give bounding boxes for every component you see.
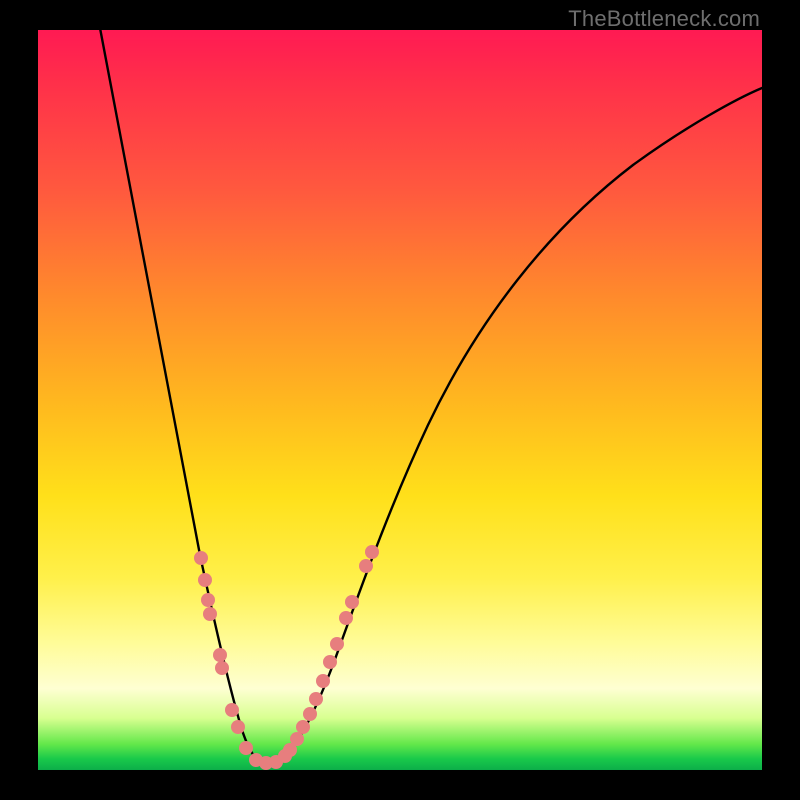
highlight-dot <box>194 551 208 565</box>
highlight-dot <box>303 707 317 721</box>
highlight-dot <box>309 692 323 706</box>
highlight-dot <box>225 703 239 717</box>
plot-area <box>38 30 762 770</box>
curve-svg <box>38 30 762 770</box>
highlight-dot <box>323 655 337 669</box>
highlight-dot <box>365 545 379 559</box>
highlight-dot <box>296 720 310 734</box>
highlight-dot <box>345 595 359 609</box>
highlight-dot <box>330 637 344 651</box>
highlight-dot <box>316 674 330 688</box>
bottleneck-curve <box>100 28 762 763</box>
highlight-dot <box>231 720 245 734</box>
highlight-dot <box>339 611 353 625</box>
highlight-dot <box>290 732 304 746</box>
highlight-dot <box>213 648 227 662</box>
watermark-text: TheBottleneck.com <box>568 6 760 32</box>
highlight-dot <box>359 559 373 573</box>
chart-frame: TheBottleneck.com <box>0 0 800 800</box>
highlight-dots-group <box>194 545 379 770</box>
highlight-dot <box>215 661 229 675</box>
highlight-dot <box>239 741 253 755</box>
highlight-dot <box>201 593 215 607</box>
highlight-dot <box>203 607 217 621</box>
highlight-dot <box>198 573 212 587</box>
